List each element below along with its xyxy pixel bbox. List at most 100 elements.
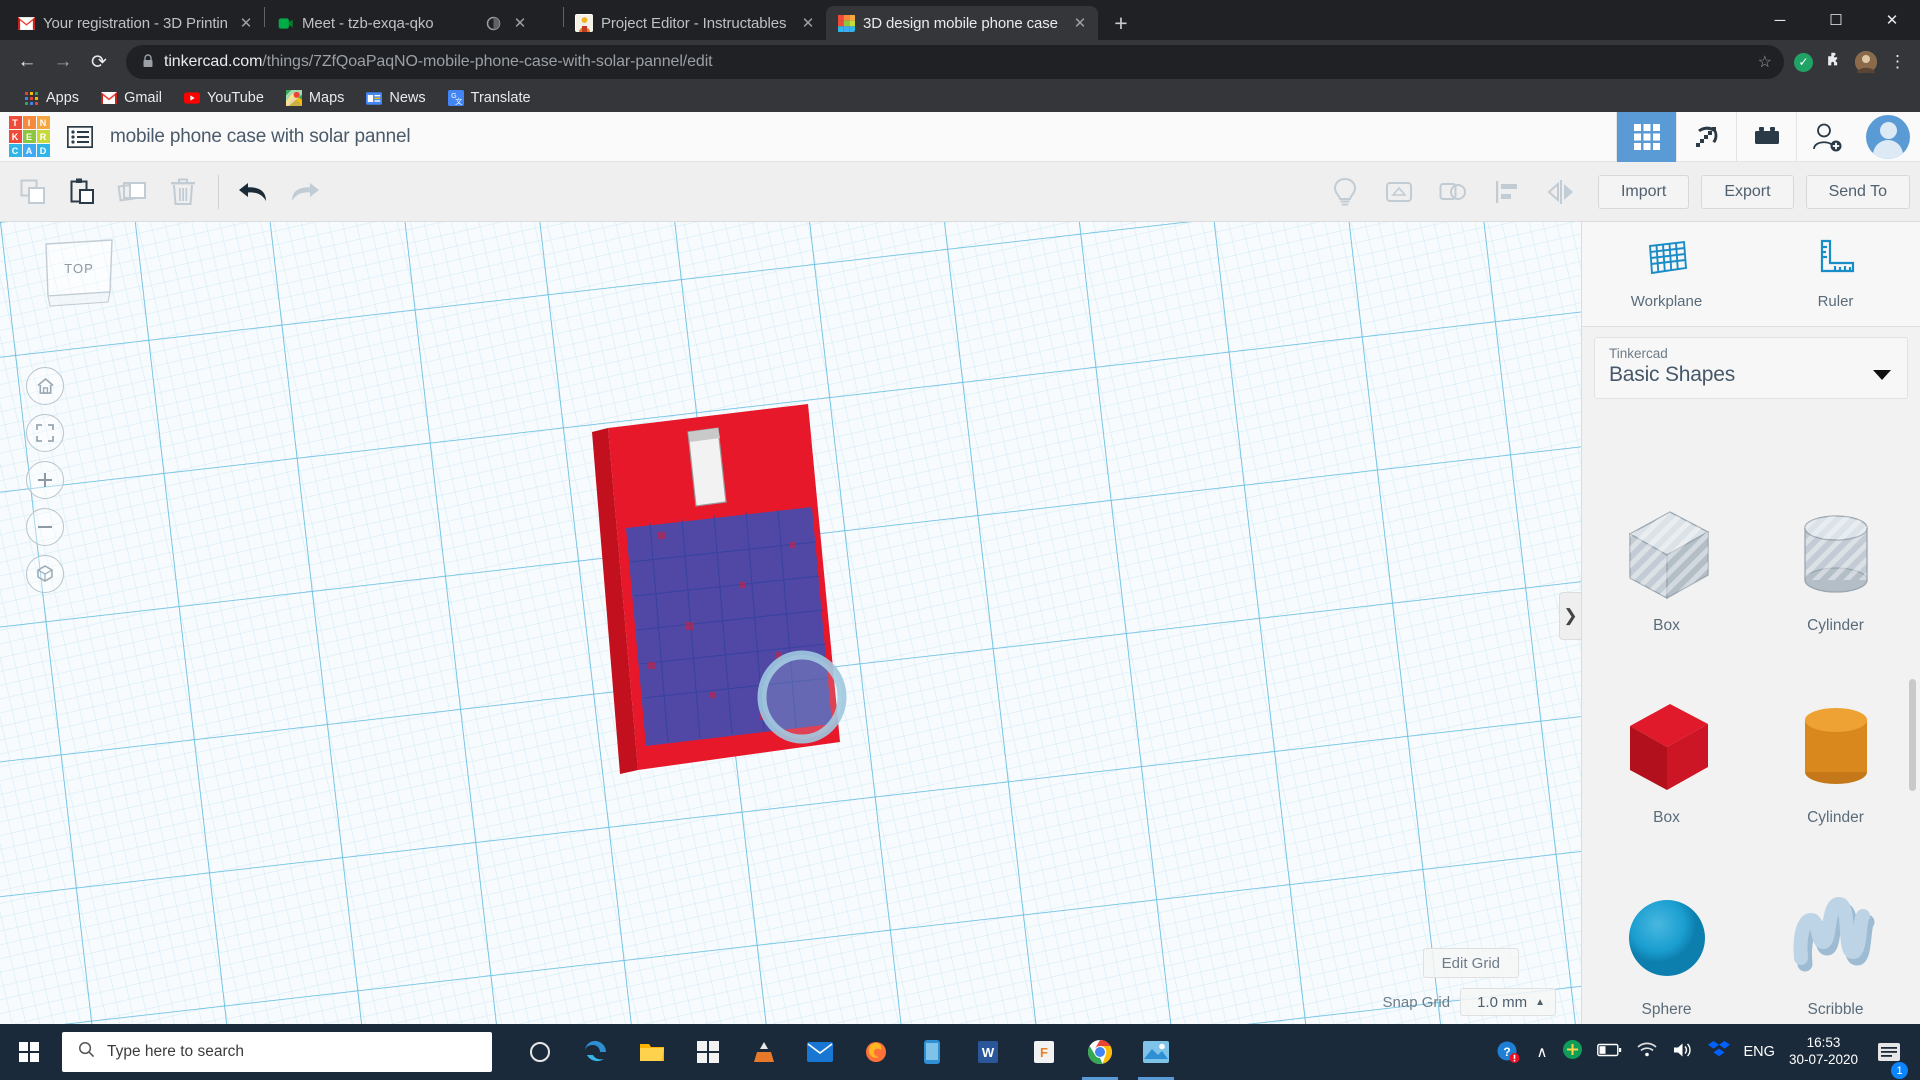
browser-tab-2[interactable]: ✕ [473, 6, 563, 40]
grid-view-icon[interactable] [1616, 112, 1676, 162]
ruler-tool[interactable]: Ruler [1751, 222, 1920, 326]
gmail-icon [101, 90, 117, 106]
forward-button[interactable]: → [46, 45, 80, 79]
hole-icon[interactable] [1374, 167, 1424, 217]
panel-collapse-toggle[interactable]: ❯ [1559, 592, 1581, 640]
export-button[interactable]: Export [1701, 175, 1793, 209]
file-explorer-icon[interactable] [624, 1024, 680, 1080]
cortana-icon[interactable] [512, 1024, 568, 1080]
snap-grid-control: Snap Grid 1.0 mm ▲ [1383, 988, 1556, 1016]
tab-close-icon[interactable]: ✕ [510, 13, 530, 33]
blocks-icon[interactable] [1736, 112, 1796, 162]
wifi-icon[interactable] [1636, 1041, 1658, 1063]
bookmark-news[interactable]: News [355, 86, 436, 110]
tab-close-icon[interactable]: ✕ [236, 13, 256, 33]
tab-close-icon[interactable]: ✕ [1070, 13, 1090, 33]
delete-icon[interactable] [158, 167, 208, 217]
copy-icon[interactable] [8, 167, 58, 217]
bookmark-youtube[interactable]: YouTube [173, 86, 275, 110]
view-cube[interactable]: TOP [38, 238, 120, 313]
undo-icon[interactable] [229, 167, 279, 217]
zoom-out-icon[interactable] [26, 508, 64, 546]
reload-button[interactable]: ⟳ [82, 45, 116, 79]
taskbar-search[interactable]: Type here to search [62, 1032, 492, 1072]
logo-tile: N [37, 116, 50, 129]
edge-icon[interactable] [568, 1024, 624, 1080]
snap-grid-dropdown[interactable]: 1.0 mm ▲ [1460, 988, 1556, 1016]
fit-view-icon[interactable] [26, 414, 64, 452]
photos-icon[interactable] [1128, 1024, 1184, 1080]
light-bulb-icon[interactable] [1320, 167, 1370, 217]
shape-item-sphere[interactable]: Sphere [1582, 837, 1751, 1024]
bookmark-apps[interactable]: Apps [12, 86, 90, 110]
browser-tab-4-active[interactable]: 3D design mobile phone case wi ✕ [826, 6, 1098, 40]
ortho-perspective-icon[interactable] [26, 555, 64, 593]
updates-icon[interactable] [1562, 1039, 1583, 1065]
show-hidden-icons-chevron[interactable]: ∧ [1537, 1043, 1548, 1061]
phone-case-model[interactable] [590, 392, 1010, 812]
bookmark-translate[interactable]: G文 Translate [437, 86, 542, 110]
shape-library-dropdown[interactable]: Tinkercad Basic Shapes [1594, 337, 1908, 399]
send-to-button[interactable]: Send To [1806, 175, 1910, 209]
address-bar[interactable]: tinkercad.com/things/7ZfQoaPaqNO-mobile-… [126, 45, 1784, 79]
close-window-button[interactable]: ✕ [1864, 0, 1920, 40]
pickaxe-icon[interactable] [1676, 112, 1736, 162]
word-icon[interactable]: W [960, 1024, 1016, 1080]
add-person-icon[interactable] [1796, 112, 1856, 162]
import-button[interactable]: Import [1598, 175, 1689, 209]
zoom-in-icon[interactable] [26, 461, 64, 499]
battery-icon[interactable] [1597, 1043, 1622, 1062]
mirror-icon[interactable] [1536, 167, 1586, 217]
workplane-tool[interactable]: Workplane [1582, 222, 1751, 326]
extensions-puzzle-icon[interactable] [1825, 51, 1843, 74]
chrome-menu-icon[interactable]: ⋮ [1889, 52, 1906, 72]
maximize-button[interactable]: ☐ [1808, 0, 1864, 40]
bookmark-gmail[interactable]: Gmail [90, 86, 173, 110]
notifications-icon[interactable]: 1 [1872, 1024, 1906, 1080]
language-indicator[interactable]: ENG [1744, 1044, 1775, 1060]
shape-item-box-hollow[interactable]: Box [1582, 453, 1751, 645]
paste-icon[interactable] [58, 167, 108, 217]
phone-link-icon[interactable] [904, 1024, 960, 1080]
browser-tab-3[interactable]: Project Editor - Instructables ✕ [564, 6, 826, 40]
home-view-icon[interactable] [26, 367, 64, 405]
edit-grid-button[interactable]: Edit Grid [1423, 948, 1519, 978]
mail-icon[interactable] [792, 1024, 848, 1080]
design-menu-icon[interactable] [58, 112, 102, 162]
browser-tab-1[interactable]: Meet - tzb-exqa-qko [265, 6, 473, 40]
shape-item-cylinder-hollow[interactable]: Cylinder [1751, 453, 1920, 645]
profile-avatar[interactable] [1855, 51, 1877, 73]
ruler-icon [1814, 238, 1858, 283]
bookmark-maps[interactable]: Maps [275, 86, 355, 110]
redo-icon[interactable] [279, 167, 329, 217]
3d-workspace-canvas[interactable]: TOP [0, 222, 1581, 1024]
volume-icon[interactable] [1672, 1041, 1694, 1064]
chrome-icon[interactable] [1072, 1024, 1128, 1080]
help-alert-icon[interactable]: ? [1493, 1024, 1523, 1080]
tab-close-icon[interactable]: ✕ [798, 13, 818, 33]
tinkercad-header: TINKERCAD mobile phone case with solar p… [0, 112, 1920, 162]
browser-tab-0[interactable]: Your registration - 3D Printing Or ✕ [6, 6, 264, 40]
design-title[interactable]: mobile phone case with solar pannel [110, 126, 410, 148]
shape-item-cylinder-solid[interactable]: Cylinder [1751, 645, 1920, 837]
minimize-button[interactable]: ─ [1752, 0, 1808, 40]
duplicate-icon[interactable] [108, 167, 158, 217]
sidebar-scrollbar[interactable] [1909, 679, 1916, 791]
vlc-icon[interactable] [736, 1024, 792, 1080]
group-icon[interactable] [1428, 167, 1478, 217]
microsoft-store-icon[interactable] [680, 1024, 736, 1080]
shape-item-box-solid[interactable]: Box [1582, 645, 1751, 837]
back-button[interactable]: ← [10, 45, 44, 79]
security-check-icon[interactable]: ✓ [1794, 53, 1813, 72]
user-avatar[interactable] [1856, 112, 1920, 162]
bookmark-star-icon[interactable]: ☆ [1758, 52, 1772, 72]
fusion360-icon[interactable]: F [1016, 1024, 1072, 1080]
align-icon[interactable] [1482, 167, 1532, 217]
shape-item-scribble[interactable]: Scribble [1751, 837, 1920, 1024]
tinkercad-logo[interactable]: TINKERCAD [0, 112, 58, 162]
start-button[interactable] [0, 1024, 58, 1080]
firefox-icon[interactable] [848, 1024, 904, 1080]
dropbox-icon[interactable] [1708, 1040, 1730, 1065]
new-tab-button[interactable]: + [1104, 6, 1138, 40]
clock[interactable]: 16:53 30-07-2020 [1789, 1035, 1858, 1069]
